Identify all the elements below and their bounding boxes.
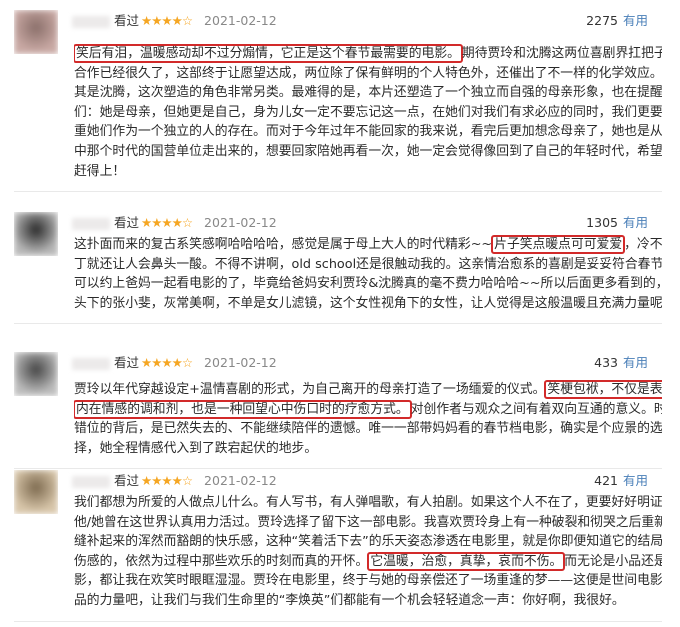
text-segment: 缝补起来的浑然而豁朗的快乐感，这种“笑着活下去”的乐天姿态渗透在电影里，就是你即…	[74, 534, 662, 550]
highlighted-quote: 它温暖，治愈，真挚，哀而不伤。	[367, 551, 566, 571]
review-date: 2021-02-12	[204, 355, 277, 370]
review-line: 伤感的，依然为过程中那些欢乐的时刻而真的开怀。 它温暖，治愈，真挚，哀而不伤。 而无…	[74, 551, 662, 572]
star-rating: ★★★★☆	[141, 355, 193, 370]
highlighted-quote: 内在情感的调和剂，也是一种回望心中伤口时的疗愈方式。	[74, 399, 412, 419]
text-segment: 合作已经很久了，这部终于让愿望达成，两位除了保有鲜明的个人特色外，还催出了不一样…	[74, 65, 662, 81]
highlighted-quote: 笑梗包袱，不仅是表任	[544, 380, 662, 399]
avatar[interactable]	[14, 470, 58, 514]
review-line: 这扑面而来的复古系笑感啊哈哈哈哈，感觉是属于母上大人的时代精彩~~ 片子笑点暖点可…	[74, 235, 662, 255]
review-meta: 看过 ★★★★☆ 2021-02-12	[72, 472, 277, 490]
text-segment: 对创作者与观众之间有着双向互通的意义。时空	[410, 401, 662, 417]
review-card: 看过 ★★★★☆ 2021-02-12 433 有用贾玲以年代穿越设定+温情喜剧的形式，…	[14, 352, 662, 470]
highlighted-quote: 片子笑点暖点可可爱爱	[491, 235, 626, 254]
text-segment: 赶得上！	[74, 163, 126, 179]
text-segment: 丁就还让人会鼻头一酸。不得不讲啊，old school还是很触动我的。这亲情治愈…	[74, 256, 662, 272]
review-date: 2021-02-12	[204, 215, 277, 230]
watched-status: 看过	[114, 13, 140, 28]
text-segment: 中那个时代的国营单位走出来的，想要回家陪她再看一次，她一定会觉得像回到了自己的年…	[74, 143, 662, 159]
avatar-image	[14, 212, 58, 256]
vote-area: 1305 有用	[586, 214, 648, 232]
review-line: 合作已经很久了，这部终于让愿望达成，两位除了保有鲜明的个人特色外，还催出了不一样…	[74, 64, 662, 84]
review-line: 丁就还让人会鼻头一酸。不得不讲啊，old school还是很触动我的。这亲情治愈…	[74, 255, 662, 275]
vote-count: 421	[594, 473, 618, 488]
text-segment: 他/她曾在这世界认真用力活过。贾玲选择了留下这一部电影。我喜欢贾玲身上有一种破裂…	[74, 514, 662, 530]
vote-count: 1305	[586, 215, 618, 230]
text-segment: 择，她全程情感代入到了跌宕起伏的地步。	[74, 440, 318, 456]
highlighted-quote: 笑后有泪，温暖感动却不过分煽情，它正是这个春节最需要的电影。	[74, 44, 463, 63]
username-blurred[interactable]	[72, 217, 110, 230]
useful-button[interactable]: 有用	[623, 13, 648, 28]
review-text: 贾玲以年代穿越设定+温情喜剧的形式，为自己离开的母亲打造了一场缅爱的仪式。 笑梗包…	[74, 380, 662, 458]
star-rating: ★★★★☆	[141, 473, 193, 488]
text-segment: 品的力量吧，让我们与我们生命里的“李焕英”们都能有一个机会轻轻道念一声：你好啊，…	[74, 592, 625, 608]
review-line: 中那个时代的国营单位走出来的，想要回家陪她再看一次，她一定会觉得像回到了自己的年…	[74, 142, 662, 162]
text-segment: 影，都让我在欢笑时眼眶湿湿。贾玲在电影里，终于与她的母亲偿还了一场重逢的梦——这…	[74, 573, 662, 589]
review-line: 错位的背后，是已然失去的、不能继续陪伴的遗憾。唯一一部带妈妈看的春节档电影，确实…	[74, 419, 662, 439]
text-segment: 期待贾玲和沈腾这两位喜剧界扛把子的	[461, 46, 662, 61]
review-line: 他/她曾在这世界认真用力活过。贾玲选择了留下这一部电影。我喜欢贾玲身上有一种破裂…	[74, 513, 662, 533]
text-segment: ，冷不	[624, 237, 662, 252]
review-line: 可以约上爸妈一起看电影的了，毕竟给爸妈安利贾玲&沈腾真的毫不费力哈哈哈~~所以后…	[74, 274, 662, 294]
watched-status: 看过	[114, 215, 140, 230]
review-line: 内在情感的调和剂，也是一种回望心中伤口时的疗愈方式。 对创作者与观众之间有着双向互…	[74, 399, 662, 420]
useful-button[interactable]: 有用	[623, 215, 648, 230]
text-segment: 重她们作为一个独立的人的存在。而对于今年过年不能回家的我来说，看完后更加想念母亲…	[74, 124, 662, 140]
review-line: 我们都想为所爱的人做点儿什么。有人写书，有人弹唱歌，有人拍剧。如果这个人不在了，…	[74, 493, 662, 513]
text-segment: 错位的背后，是已然失去的、不能继续陪伴的遗憾。唯一一部带妈妈看的春节档电影，确实…	[74, 421, 662, 437]
review-line: 贾玲以年代穿越设定+温情喜剧的形式，为自己离开的母亲打造了一场缅爱的仪式。 笑梗包…	[74, 380, 662, 400]
review-card: 看过 ★★★★☆ 2021-02-12 421 有用我们都想为所爱的人做点儿什么。有人写…	[14, 470, 662, 622]
review-line: 们：她是母亲，但她更是自己，身为儿女一定不要忘记这一点，在她们对我们有求必应的同…	[74, 103, 662, 123]
text-segment: 贾玲以年代穿越设定+温情喜剧的形式，为自己离开的母亲打造了一场缅爱的仪式。	[74, 382, 546, 397]
vote-area: 433 有用	[594, 354, 648, 372]
review-text: 这扑面而来的复古系笑感啊哈哈哈哈，感觉是属于母上大人的时代精彩~~ 片子笑点暖点可…	[74, 235, 662, 313]
useful-button[interactable]: 有用	[623, 355, 648, 370]
review-line: 笑后有泪，温暖感动却不过分煽情，它正是这个春节最需要的电影。 期待贾玲和沈腾这两位…	[74, 44, 662, 64]
watched-status: 看过	[114, 355, 140, 370]
avatar[interactable]	[14, 10, 58, 54]
watched-status: 看过	[114, 473, 140, 488]
review-line: 重她们作为一个独立的人的存在。而对于今年过年不能回家的我来说，看完后更加想念母亲…	[74, 122, 662, 142]
review-line: 缝补起来的浑然而豁朗的快乐感，这种“笑着活下去”的乐天姿态渗透在电影里，就是你即…	[74, 532, 662, 552]
review-text: 笑后有泪，温暖感动却不过分煽情，它正是这个春节最需要的电影。 期待贾玲和沈腾这两位…	[74, 44, 662, 181]
text-segment: 伤感的，依然为过程中那些欢乐的时刻而真的开怀。	[74, 553, 369, 569]
vote-area: 421 有用	[594, 472, 648, 490]
star-rating: ★★★★☆	[141, 13, 193, 28]
review-text: 我们都想为所爱的人做点儿什么。有人写书，有人弹唱歌，有人拍剧。如果这个人不在了，…	[74, 493, 662, 611]
review-line: 赶得上！	[74, 162, 662, 182]
text-segment: 头下的张小斐，灰常美啊，不单是女儿滤镜，这个女性视角下的女性，让人觉得是这般温暖…	[74, 295, 662, 311]
text-segment: 这扑面而来的复古系笑感啊哈哈哈哈，感觉是属于母上大人的时代精彩~~	[74, 237, 493, 252]
review-line: 影，都让我在欢笑时眼眶湿湿。贾玲在电影里，终于与她的母亲偿还了一场重逢的梦——这…	[74, 571, 662, 591]
review-meta: 看过 ★★★★☆ 2021-02-12	[72, 12, 277, 30]
useful-button[interactable]: 有用	[623, 473, 648, 488]
text-segment: 可以约上爸妈一起看电影的了，毕竟给爸妈安利贾玲&沈腾真的毫不费力哈哈哈~~所以后…	[74, 276, 662, 292]
username-blurred[interactable]	[72, 15, 110, 28]
avatar[interactable]	[14, 212, 58, 256]
review-date: 2021-02-12	[204, 13, 277, 28]
username-blurred[interactable]	[72, 357, 110, 370]
review-line: 头下的张小斐，灰常美啊，不单是女儿滤镜，这个女性视角下的女性，让人觉得是这般温暖…	[74, 294, 662, 314]
review-card: 看过 ★★★★☆ 2021-02-12 2275 有用笑后有泪，温暖感动却不过分煽情，它…	[14, 10, 662, 193]
text-segment: 而无论是小品还是电	[564, 553, 662, 569]
vote-count: 2275	[586, 13, 618, 28]
review-meta: 看过 ★★★★☆ 2021-02-12	[72, 354, 277, 372]
review-date: 2021-02-12	[204, 473, 277, 488]
avatar-image	[14, 470, 58, 514]
username-blurred[interactable]	[72, 475, 110, 488]
review-meta: 看过 ★★★★☆ 2021-02-12	[72, 214, 277, 232]
avatar[interactable]	[14, 352, 58, 396]
avatar-image	[14, 10, 58, 54]
text-segment: 其是沈腾，这次塑造的角色非常另类。最难得的是，本片还塑造了一个独立而自强的母亲形…	[74, 85, 662, 101]
review-line: 品的力量吧，让我们与我们生命里的“李焕英”们都能有一个机会轻轻道念一声：你好啊，…	[74, 591, 662, 611]
text-segment: 们：她是母亲，但她更是自己，身为儿女一定不要忘记这一点，在她们对我们有求必应的同…	[74, 104, 662, 120]
review-line: 其是沈腾，这次塑造的角色非常另类。最难得的是，本片还塑造了一个独立而自强的母亲形…	[74, 83, 662, 103]
text-segment: 我们都想为所爱的人做点儿什么。有人写书，有人弹唱歌，有人拍剧。如果这个人不在了，…	[74, 495, 662, 510]
avatar-image	[14, 352, 58, 396]
vote-area: 2275 有用	[586, 12, 648, 30]
review-line: 择，她全程情感代入到了跌宕起伏的地步。	[74, 439, 662, 459]
star-rating: ★★★★☆	[141, 215, 193, 230]
review-card: 看过 ★★★★☆ 2021-02-12 1305 有用这扑面而来的复古系笑感啊哈哈哈哈，…	[14, 212, 662, 325]
vote-count: 433	[594, 355, 618, 370]
